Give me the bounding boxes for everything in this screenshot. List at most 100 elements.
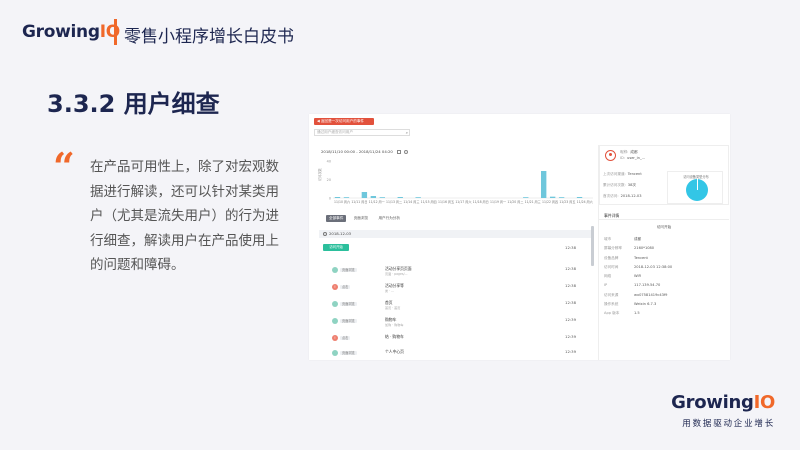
timeline-scrollbar[interactable] xyxy=(591,226,594,266)
x-tick-label: 11/24 周六 xyxy=(577,199,593,204)
tab-behavior-analysis[interactable]: 用户行为分析 xyxy=(375,215,403,222)
user-stat-value: Tencent xyxy=(627,172,642,176)
detail-key: 访问时间 xyxy=(604,264,619,269)
event-type: 页面浏览 xyxy=(340,268,357,272)
user-stat-value: 2018-12-03 xyxy=(620,194,642,198)
date-range-text: 2018/11/10 00:00 - 2018/11/24 04:20 xyxy=(321,149,393,154)
visits-bar-chart: 40 20 0 访问次数 11/10 周六 11/11 周日 11/12 周一 11/13 周… xyxy=(317,157,597,209)
event-title: 个人中心页 xyxy=(385,349,404,354)
tab-page-views[interactable]: 页面浏览 xyxy=(351,215,371,222)
detail-row: IP 117.139.54.70 xyxy=(604,283,724,292)
user-stat: 上次访问渠道: Tencent xyxy=(603,172,642,177)
event-type: 点击 xyxy=(340,336,351,340)
event-dot-icon xyxy=(332,267,338,273)
y-tick-label: 40 xyxy=(327,160,331,164)
event-detail-list: 城市 成都 屏幕分辨率 2160*1080 设备品牌 Tencent 访问时间 2018… xyxy=(604,237,724,321)
chart-bar xyxy=(334,197,341,198)
user-card: 昵称: 成都 ID: user_in_... 上次访问渠道: Tencent 累计访问… xyxy=(599,145,729,205)
detail-row: 访问时间 2018-12-03 12:38:00 xyxy=(604,265,724,274)
user-nickname-key: 昵称: xyxy=(620,150,629,154)
x-tick-label: 11/13 周二 xyxy=(386,199,402,204)
detail-row: 设备品牌 Tencent xyxy=(604,256,724,265)
user-id-key: ID: xyxy=(620,156,626,160)
x-tick-label: 11/14 周三 xyxy=(403,199,419,204)
detail-row: 操作系统 Weixin 6.7.3 xyxy=(604,302,724,311)
date-range[interactable]: 2018/11/10 00:00 - 2018/11/24 04:20 xyxy=(321,149,409,154)
user-stat-key: 首次访问: xyxy=(603,194,619,198)
x-tick-label: 11/16 周五 xyxy=(438,199,454,204)
user-id: ID: user_in_... xyxy=(620,156,645,160)
chart-bar xyxy=(370,196,377,198)
logo-growing-text: Growing xyxy=(22,22,100,42)
event-dot-icon: ! xyxy=(332,335,338,341)
timeline-event[interactable]: ! 点击 结 · 购物车 12:39 xyxy=(323,333,588,347)
x-tick-label: 11/21 周三 xyxy=(525,199,541,204)
user-panel: 昵称: 成都 ID: user_in_... 上次访问渠道: Tencent 累计访问… xyxy=(598,145,729,360)
detail-value: 117.139.54.70 xyxy=(634,283,661,288)
event-type: 页面浏览 xyxy=(340,302,357,306)
detail-value: Weixin 6.7.3 xyxy=(634,302,657,307)
chart-bar xyxy=(343,197,350,198)
header-title: 零售小程序增长白皮书 xyxy=(124,27,294,47)
timeline-event[interactable]: 页面浏览 活动分享页页面 页面 · pages/... 12:38 xyxy=(323,265,588,279)
chart-svg: 40 20 0 访问次数 11/10 周六 11/11 周日 11/12 周一 11/13 周… xyxy=(317,160,593,204)
timeline-date-bar[interactable]: 2018-12-03 xyxy=(319,230,594,238)
user-stat-key: 上次访问渠道: xyxy=(603,172,626,176)
detail-key: 城市 xyxy=(604,237,612,241)
event-type: 页面浏览 xyxy=(340,351,357,355)
footer-tagline: 用数据驱动企业增长 xyxy=(682,419,775,429)
chart-bar xyxy=(541,171,547,198)
timeline-event[interactable]: 页面浏览 个人中心页 12:39 xyxy=(323,348,588,360)
timeline-event[interactable]: 页面浏览 购物车 加购 · 购物车 12:39 xyxy=(323,316,588,330)
event-dot-icon xyxy=(332,301,338,307)
x-tick-label: 11/17 周六 xyxy=(455,199,471,204)
chart-bar xyxy=(576,197,583,198)
event-type: 页面浏览 xyxy=(340,319,357,323)
tab-all-events[interactable]: 全部事件 xyxy=(326,215,347,222)
search-input[interactable]: 通过用户细查访问用户 ⌕ xyxy=(314,129,410,136)
timeline-event[interactable]: 页面浏览 首页 首页 · 首页 12:38 xyxy=(323,299,588,313)
chart-bar xyxy=(549,196,556,198)
detail-row: App 版本 1.5 xyxy=(604,311,724,320)
detail-key: 网络 xyxy=(604,274,612,279)
detail-value: 2018-12-03 12:38:00 xyxy=(634,264,673,269)
detail-key: IP xyxy=(604,283,608,288)
event-time: 12:39 xyxy=(565,334,576,339)
timeline-event[interactable]: ! 点击 活动分享等 类 · ... 12:38 xyxy=(323,282,588,296)
event-timeline: 2018-12-03 访问开始 12:38 页面浏览 活动分享页页面 页面 · … xyxy=(319,226,594,360)
y-tick-label: 0 xyxy=(329,197,331,201)
back-button[interactable]: ◀ 返回是一次访问用户的事件 xyxy=(314,118,374,125)
event-time: 12:38 xyxy=(565,266,576,271)
clock-icon xyxy=(323,232,327,236)
event-time: 12:38 xyxy=(565,300,576,305)
footer-logo: GrowingIO xyxy=(671,392,775,413)
event-title: 结 · 购物车 xyxy=(385,334,404,339)
info-icon[interactable] xyxy=(404,150,409,154)
chart-bar xyxy=(361,192,368,198)
detail-value: 2160*1080 xyxy=(634,246,655,251)
detail-row: 访问来源 wx07581419c43f9 xyxy=(604,293,724,302)
event-subtitle: 页面 · pages/... xyxy=(385,272,408,276)
section-title: 3.3.2 用户细查 xyxy=(47,90,220,118)
event-time: 12:39 xyxy=(565,349,576,354)
user-id-value: user_in_... xyxy=(627,156,646,160)
user-stat-value: 38次 xyxy=(627,183,636,187)
x-tick-label: 11/10 周六 xyxy=(334,199,350,204)
event-subtitle: 加购 · 购物车 xyxy=(385,323,404,327)
x-tick-label: 11/20 周二 xyxy=(507,199,523,204)
device-pie-chart xyxy=(686,179,708,201)
event-detail-heading: 事件详情 xyxy=(599,212,729,220)
visit-start-badge[interactable]: 访问开始 xyxy=(323,244,349,251)
y-tick-label: 20 xyxy=(327,178,331,182)
event-subtitle: 首页 · 首页 xyxy=(385,306,401,310)
detail-value: WiFi xyxy=(634,274,642,279)
x-tick-label: 11/19 周一 xyxy=(490,199,506,204)
user-stat-key: 累计访问次数: xyxy=(603,183,626,187)
search-icon[interactable]: ⌕ xyxy=(406,130,408,135)
event-dot-icon xyxy=(332,318,338,324)
x-tick-label: 11/15 周四 xyxy=(421,199,437,204)
detail-value: Tencent xyxy=(634,255,648,260)
chart-bar xyxy=(397,197,403,198)
footer-logo-io: IO xyxy=(753,392,776,413)
calendar-icon[interactable] xyxy=(397,150,402,154)
